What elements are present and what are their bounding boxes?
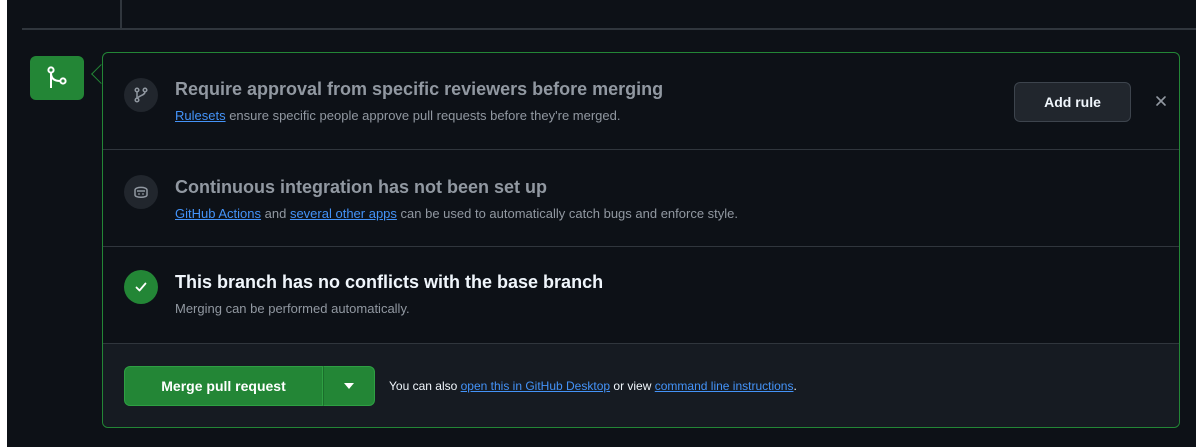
page-canvas: Require approval from specific reviewers… bbox=[7, 0, 1196, 447]
git-merge-icon bbox=[47, 66, 67, 88]
merge-button-group: Merge pull request bbox=[124, 366, 375, 406]
or-view-text: or view bbox=[613, 379, 652, 393]
rulesets-link[interactable]: Rulesets bbox=[175, 108, 226, 123]
reviewers-title: Require approval from specific reviewers… bbox=[175, 79, 664, 99]
ci-section: Continuous integration has not been set … bbox=[103, 150, 1179, 247]
copilot-robot-icon bbox=[134, 186, 148, 198]
timeline-divider bbox=[22, 28, 1196, 30]
also-text: You can also bbox=[389, 379, 458, 393]
close-icon bbox=[1156, 96, 1166, 106]
branch-rule-icon bbox=[134, 87, 148, 103]
timeline-line bbox=[120, 0, 122, 28]
dismiss-button[interactable] bbox=[1149, 89, 1173, 113]
conflicts-icon-wrap bbox=[124, 270, 158, 304]
github-actions-link[interactable]: GitHub Actions bbox=[175, 206, 261, 221]
merge-status-badge bbox=[30, 56, 84, 100]
reviewers-icon-wrap bbox=[124, 78, 158, 112]
reviewers-text: ensure specific people approve pull requ… bbox=[229, 108, 621, 123]
reviewers-section: Require approval from specific reviewers… bbox=[103, 53, 1179, 150]
conflicts-title: This branch has no conflicts with the ba… bbox=[175, 272, 604, 292]
ci-icon-wrap bbox=[124, 175, 158, 209]
period-text: . bbox=[793, 379, 797, 393]
ci-text: can be used to automatically catch bugs … bbox=[400, 206, 739, 221]
merge-method-dropdown[interactable] bbox=[323, 366, 375, 406]
merge-alternatives-text: You can also open this in GitHub Desktop… bbox=[389, 379, 797, 393]
caret-down-icon bbox=[344, 383, 354, 389]
ci-description: GitHub Actions and several other apps ca… bbox=[175, 206, 738, 221]
merge-box: Require approval from specific reviewers… bbox=[102, 52, 1180, 428]
reviewers-description: Rulesets ensure specific people approve … bbox=[175, 108, 620, 123]
add-rule-button[interactable]: Add rule bbox=[1014, 82, 1131, 122]
merge-pull-request-button[interactable]: Merge pull request bbox=[124, 366, 323, 406]
github-desktop-link[interactable]: open this in GitHub Desktop bbox=[461, 379, 610, 393]
ci-and-text: and bbox=[264, 206, 287, 221]
check-icon bbox=[135, 282, 147, 292]
conflicts-section: This branch has no conflicts with the ba… bbox=[103, 247, 1179, 344]
merge-action-section: Merge pull request You can also open thi… bbox=[103, 344, 1179, 427]
other-apps-link[interactable]: several other apps bbox=[290, 206, 397, 221]
command-line-link[interactable]: command line instructions bbox=[655, 379, 794, 393]
conflicts-description: Merging can be performed automatically. bbox=[175, 301, 410, 316]
ci-title: Continuous integration has not been set … bbox=[175, 177, 547, 197]
